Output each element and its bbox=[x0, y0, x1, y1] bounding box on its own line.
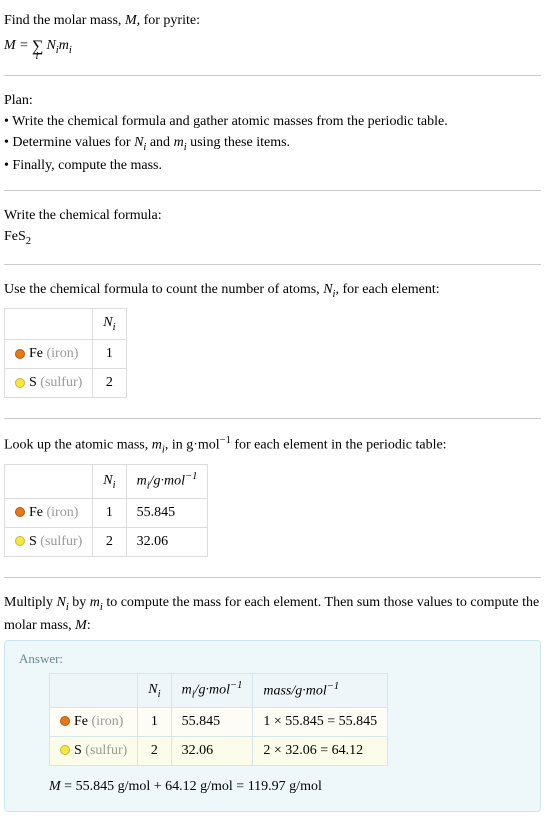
table-row-iron: Fe (iron) 1 55.845 bbox=[5, 498, 208, 527]
plan-bullet-3: • Finally, compute the mass. bbox=[4, 155, 541, 176]
iron-color-icon bbox=[15, 507, 25, 517]
divider bbox=[4, 190, 541, 191]
cell-iron-m: 55.845 bbox=[126, 498, 208, 527]
cell-iron-N: 1 bbox=[138, 707, 171, 736]
table-header-row: Ni mi/g·mol−1 mass/g·mol−1 bbox=[50, 674, 388, 707]
header-mi: mi/g·mol−1 bbox=[171, 674, 253, 707]
header-Ni: Ni bbox=[93, 465, 126, 498]
plan-bullet-2: • Determine values for Ni and mi using t… bbox=[4, 132, 541, 156]
cell-iron-N: 1 bbox=[93, 498, 126, 527]
atomic-mass-text: Look up the atomic mass, mi, in g·mol−1 … bbox=[4, 433, 541, 458]
header-blank bbox=[5, 309, 93, 340]
divider bbox=[4, 75, 541, 76]
multiply-section: Multiply Ni by mi to compute the mass fo… bbox=[4, 586, 541, 818]
header-blank bbox=[5, 465, 93, 498]
table-row-sulfur: S (sulfur) 2 32.06 2 × 32.06 = 64.12 bbox=[50, 736, 388, 765]
chemical-formula-heading: Write the chemical formula: bbox=[4, 205, 541, 226]
cell-sulfur-m: 32.06 bbox=[126, 527, 208, 556]
count-atoms-text: Use the chemical formula to count the nu… bbox=[4, 279, 541, 303]
molar-mass-formula: M = ∑iNimi bbox=[4, 31, 541, 61]
divider bbox=[4, 418, 541, 419]
final-result: M = 55.845 g/mol + 64.12 g/mol = 119.97 … bbox=[49, 776, 526, 797]
table-row-iron: Fe (iron) 1 55.845 1 × 55.845 = 55.845 bbox=[50, 707, 388, 736]
cell-iron-N: 1 bbox=[93, 339, 126, 368]
intro-var-M: M bbox=[125, 13, 137, 28]
multiply-text: Multiply Ni by mi to compute the mass fo… bbox=[4, 592, 541, 637]
cell-sulfur-label: S (sulfur) bbox=[50, 736, 138, 765]
cell-sulfur-mass: 2 × 32.06 = 64.12 bbox=[253, 736, 388, 765]
intro-section: Find the molar mass, M, for pyrite: M = … bbox=[4, 4, 541, 67]
chemical-formula-section: Write the chemical formula: FeS2 bbox=[4, 199, 541, 256]
chemical-formula: FeS2 bbox=[4, 226, 541, 250]
intro-text: Find the molar mass, bbox=[4, 13, 125, 28]
cell-sulfur-N: 2 bbox=[138, 736, 171, 765]
sulfur-color-icon bbox=[60, 745, 70, 755]
cell-iron-label: Fe (iron) bbox=[5, 498, 93, 527]
header-mi: mi/g·mol−1 bbox=[126, 465, 208, 498]
answer-table: Ni mi/g·mol−1 mass/g·mol−1 Fe (iron) 1 5… bbox=[49, 673, 388, 765]
cell-iron-m: 55.845 bbox=[171, 707, 253, 736]
table-header-row: Ni mi/g·mol−1 bbox=[5, 465, 208, 498]
count-atoms-section: Use the chemical formula to count the nu… bbox=[4, 273, 541, 410]
intro-suffix: , for pyrite: bbox=[137, 13, 200, 28]
sulfur-color-icon bbox=[15, 378, 25, 388]
atomic-mass-section: Look up the atomic mass, mi, in g·mol−1 … bbox=[4, 427, 541, 569]
plan-section: Plan: • Write the chemical formula and g… bbox=[4, 84, 541, 183]
cell-iron-label: Fe (iron) bbox=[5, 339, 93, 368]
cell-sulfur-label: S (sulfur) bbox=[5, 527, 93, 556]
atomic-mass-table: Ni mi/g·mol−1 Fe (iron) 1 55.845 S (sulf… bbox=[4, 464, 208, 556]
cell-iron-label: Fe (iron) bbox=[50, 707, 138, 736]
table-row-sulfur: S (sulfur) 2 32.06 bbox=[5, 527, 208, 556]
divider bbox=[4, 577, 541, 578]
cell-sulfur-m: 32.06 bbox=[171, 736, 253, 765]
divider bbox=[4, 264, 541, 265]
sulfur-color-icon bbox=[15, 536, 25, 546]
plan-bullet-1: • Write the chemical formula and gather … bbox=[4, 111, 541, 132]
table-row-iron: Fe (iron) 1 bbox=[5, 339, 127, 368]
iron-color-icon bbox=[60, 716, 70, 726]
cell-sulfur-N: 2 bbox=[93, 527, 126, 556]
cell-sulfur-label: S (sulfur) bbox=[5, 368, 93, 397]
atom-count-table: Ni Fe (iron) 1 S (sulfur) 2 bbox=[4, 308, 127, 398]
answer-box: Answer: Ni mi/g·mol−1 mass/g·mol−1 Fe (i… bbox=[4, 640, 541, 811]
intro-line1: Find the molar mass, M, for pyrite: bbox=[4, 10, 541, 31]
plan-heading: Plan: bbox=[4, 90, 541, 111]
cell-sulfur-N: 2 bbox=[93, 368, 126, 397]
table-row-sulfur: S (sulfur) 2 bbox=[5, 368, 127, 397]
header-Ni: Ni bbox=[138, 674, 171, 707]
table-header-row: Ni bbox=[5, 309, 127, 340]
header-mass: mass/g·mol−1 bbox=[253, 674, 388, 707]
header-Ni: Ni bbox=[93, 309, 126, 340]
header-blank bbox=[50, 674, 138, 707]
cell-iron-mass: 1 × 55.845 = 55.845 bbox=[253, 707, 388, 736]
iron-color-icon bbox=[15, 349, 25, 359]
answer-label: Answer: bbox=[19, 651, 526, 667]
